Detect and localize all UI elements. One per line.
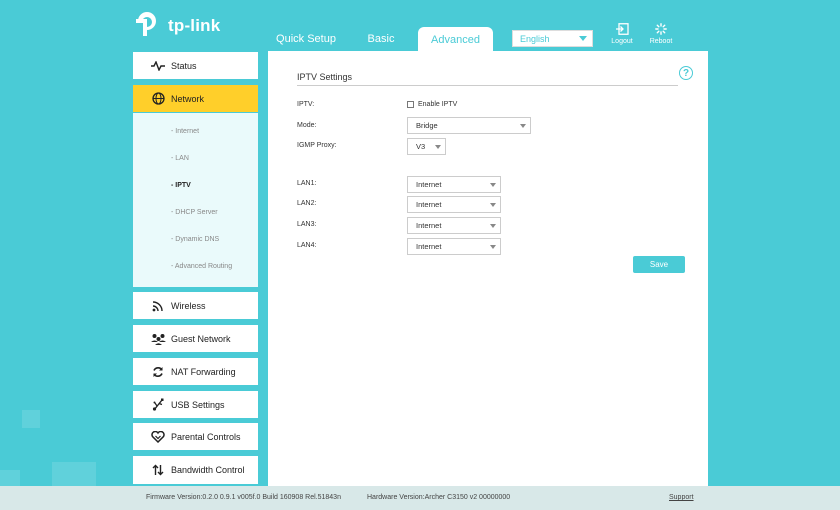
submenu-item-dynamic-dns[interactable]: - Dynamic DNS xyxy=(171,236,219,243)
submenu-item-advanced-routing[interactable]: - Advanced Routing xyxy=(171,263,232,270)
sidebar-item-label: Status xyxy=(171,60,197,71)
network-submenu: - Internet - LAN - IPTV - DHCP Server - … xyxy=(133,113,258,287)
lan3-value: Internet xyxy=(416,221,442,230)
submenu-item-dhcp-server[interactable]: - DHCP Server xyxy=(171,209,218,216)
usb-icon xyxy=(147,398,169,411)
lan3-label: LAN3: xyxy=(297,221,317,228)
language-select[interactable]: English xyxy=(512,30,593,47)
tab-quick-setup[interactable]: Quick Setup xyxy=(268,27,344,51)
lan4-label: LAN4: xyxy=(297,242,317,249)
enable-iptv-checkbox[interactable]: Enable IPTV xyxy=(407,101,457,108)
lan1-label: LAN1: xyxy=(297,180,317,187)
brand-name: tp-link xyxy=(168,16,221,35)
lan1-select[interactable]: Internet xyxy=(407,176,501,193)
sidebar-item-guest-network[interactable]: Guest Network xyxy=(133,325,258,352)
sidebar-item-label: Guest Network xyxy=(171,333,231,344)
sidebar-item-label: Wireless xyxy=(171,300,206,311)
pulse-icon xyxy=(147,60,169,71)
language-value: English xyxy=(520,33,550,44)
users-icon xyxy=(147,333,169,345)
decorative-square xyxy=(22,410,40,428)
reboot-icon xyxy=(655,23,667,35)
submenu-item-iptv[interactable]: - IPTV xyxy=(171,182,191,189)
mode-label: Mode: xyxy=(297,122,317,129)
chevron-down-icon xyxy=(520,123,526,128)
chevron-down-icon xyxy=(490,182,496,187)
igmp-proxy-label: IGMP Proxy: xyxy=(297,142,337,149)
checkbox-box[interactable] xyxy=(407,101,414,108)
sidebar-item-label: Parental Controls xyxy=(171,431,241,442)
brand-logo: tp-link xyxy=(134,12,220,40)
logout-icon xyxy=(615,23,629,35)
mode-select[interactable]: Bridge xyxy=(407,117,531,134)
sidebar-item-parental-controls[interactable]: Parental Controls xyxy=(133,423,258,450)
lan2-select[interactable]: Internet xyxy=(407,196,501,213)
firmware-version: Firmware Version:0.2.0 0.9.1 v005f.0 Bui… xyxy=(146,494,341,501)
submenu-item-lan[interactable]: - LAN xyxy=(171,155,189,162)
logout-button[interactable]: Logout xyxy=(604,23,640,45)
section-divider xyxy=(297,85,678,86)
sidebar-item-bandwidth-control[interactable]: Bandwidth Control xyxy=(133,456,258,484)
lan2-label: LAN2: xyxy=(297,200,317,207)
sidebar-item-usb-settings[interactable]: USB Settings xyxy=(133,391,258,418)
enable-iptv-label: Enable IPTV xyxy=(418,101,458,108)
chevron-down-icon xyxy=(490,202,496,207)
sidebar-item-label: USB Settings xyxy=(171,399,225,410)
mode-value: Bridge xyxy=(416,121,438,130)
wifi-icon xyxy=(147,300,169,312)
sidebar-item-network[interactable]: Network xyxy=(133,85,258,112)
iptv-label: IPTV: xyxy=(297,101,315,108)
chevron-down-icon xyxy=(579,36,587,41)
section-title: IPTV Settings xyxy=(297,72,353,82)
support-link[interactable]: Support xyxy=(669,494,694,501)
chevron-down-icon xyxy=(435,144,441,149)
sidebar-item-nat-forwarding[interactable]: NAT Forwarding xyxy=(133,358,258,385)
tab-advanced[interactable]: Advanced xyxy=(418,27,493,52)
hardware-version: Hardware Version:Archer C3150 v2 0000000… xyxy=(367,494,511,501)
sidebar-item-label: Network xyxy=(171,93,205,104)
lan3-select[interactable]: Internet xyxy=(407,217,501,234)
lan1-value: Internet xyxy=(416,180,442,189)
sidebar-item-label: Bandwidth Control xyxy=(171,465,245,475)
heart-icon xyxy=(147,430,169,443)
save-button[interactable]: Save xyxy=(633,256,685,273)
lan4-select[interactable]: Internet xyxy=(407,238,501,255)
sidebar-item-wireless[interactable]: Wireless xyxy=(133,292,258,319)
reboot-label: Reboot xyxy=(649,38,673,45)
lan2-value: Internet xyxy=(416,200,442,209)
chevron-down-icon xyxy=(490,223,496,228)
igmp-proxy-value: V3 xyxy=(416,142,426,151)
reboot-button[interactable]: Reboot xyxy=(643,23,679,45)
lan4-value: Internet xyxy=(416,242,442,251)
globe-icon xyxy=(147,92,169,105)
igmp-proxy-select[interactable]: V3 xyxy=(407,138,446,155)
decorative-square xyxy=(0,470,20,486)
sidebar-item-label: NAT Forwarding xyxy=(171,366,236,377)
chevron-down-icon xyxy=(490,244,496,249)
sidebar-item-status[interactable]: Status xyxy=(133,52,258,79)
submenu-item-internet[interactable]: - Internet xyxy=(171,128,199,135)
decorative-square xyxy=(52,462,96,486)
updown-arrows-icon xyxy=(147,464,169,476)
refresh-icon xyxy=(147,366,169,378)
footer: Firmware Version:0.2.0 0.9.1 v005f.0 Bui… xyxy=(0,486,840,510)
help-icon[interactable]: ? xyxy=(679,66,693,80)
iptv-settings-panel: IPTV Settings ? IPTV: Enable IPTV Mode: … xyxy=(268,51,708,486)
tab-basic[interactable]: Basic xyxy=(358,27,404,51)
logout-label: Logout xyxy=(611,38,633,45)
tp-link-logo-icon xyxy=(134,12,164,40)
